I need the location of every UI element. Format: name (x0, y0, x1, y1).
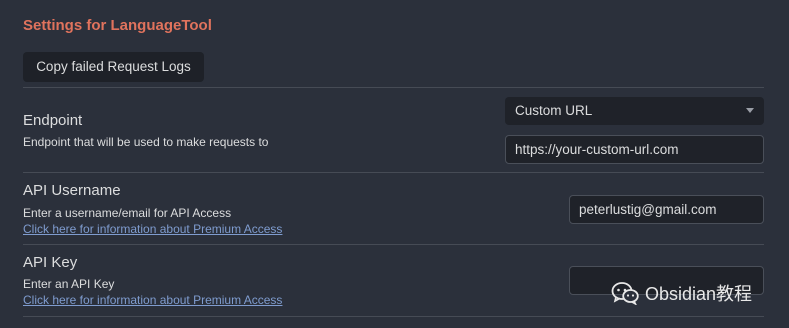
endpoint-dropdown[interactable]: Custom URL (505, 97, 764, 125)
endpoint-setting-name: Endpoint (23, 112, 83, 129)
chevron-down-icon (746, 108, 754, 113)
watermark-text: Obsidian教程 (645, 284, 753, 304)
settings-page: Settings for LanguageTool Copy failed Re… (0, 0, 789, 328)
api-username-premium-link[interactable]: Click here for information about Premium… (23, 222, 282, 236)
endpoint-url-input[interactable] (505, 135, 764, 164)
copy-failed-logs-button[interactable]: Copy failed Request Logs (23, 52, 204, 82)
wechat-icon (611, 282, 639, 305)
settings-title: Settings for LanguageTool (23, 17, 212, 34)
watermark: Obsidian教程 (611, 279, 752, 307)
divider (23, 316, 764, 317)
endpoint-setting-description: Endpoint that will be used to make reque… (23, 135, 269, 149)
api-username-input[interactable] (569, 195, 764, 224)
endpoint-dropdown-value: Custom URL (515, 103, 593, 118)
api-key-premium-link[interactable]: Click here for information about Premium… (23, 293, 282, 307)
api-username-setting-description: Enter a username/email for API Access (23, 206, 232, 220)
divider (23, 172, 764, 173)
divider (23, 87, 764, 88)
api-key-setting-name: API Key (23, 254, 78, 271)
api-key-setting-description: Enter an API Key (23, 277, 115, 291)
divider (23, 244, 764, 245)
api-username-setting-name: API Username (23, 182, 121, 199)
